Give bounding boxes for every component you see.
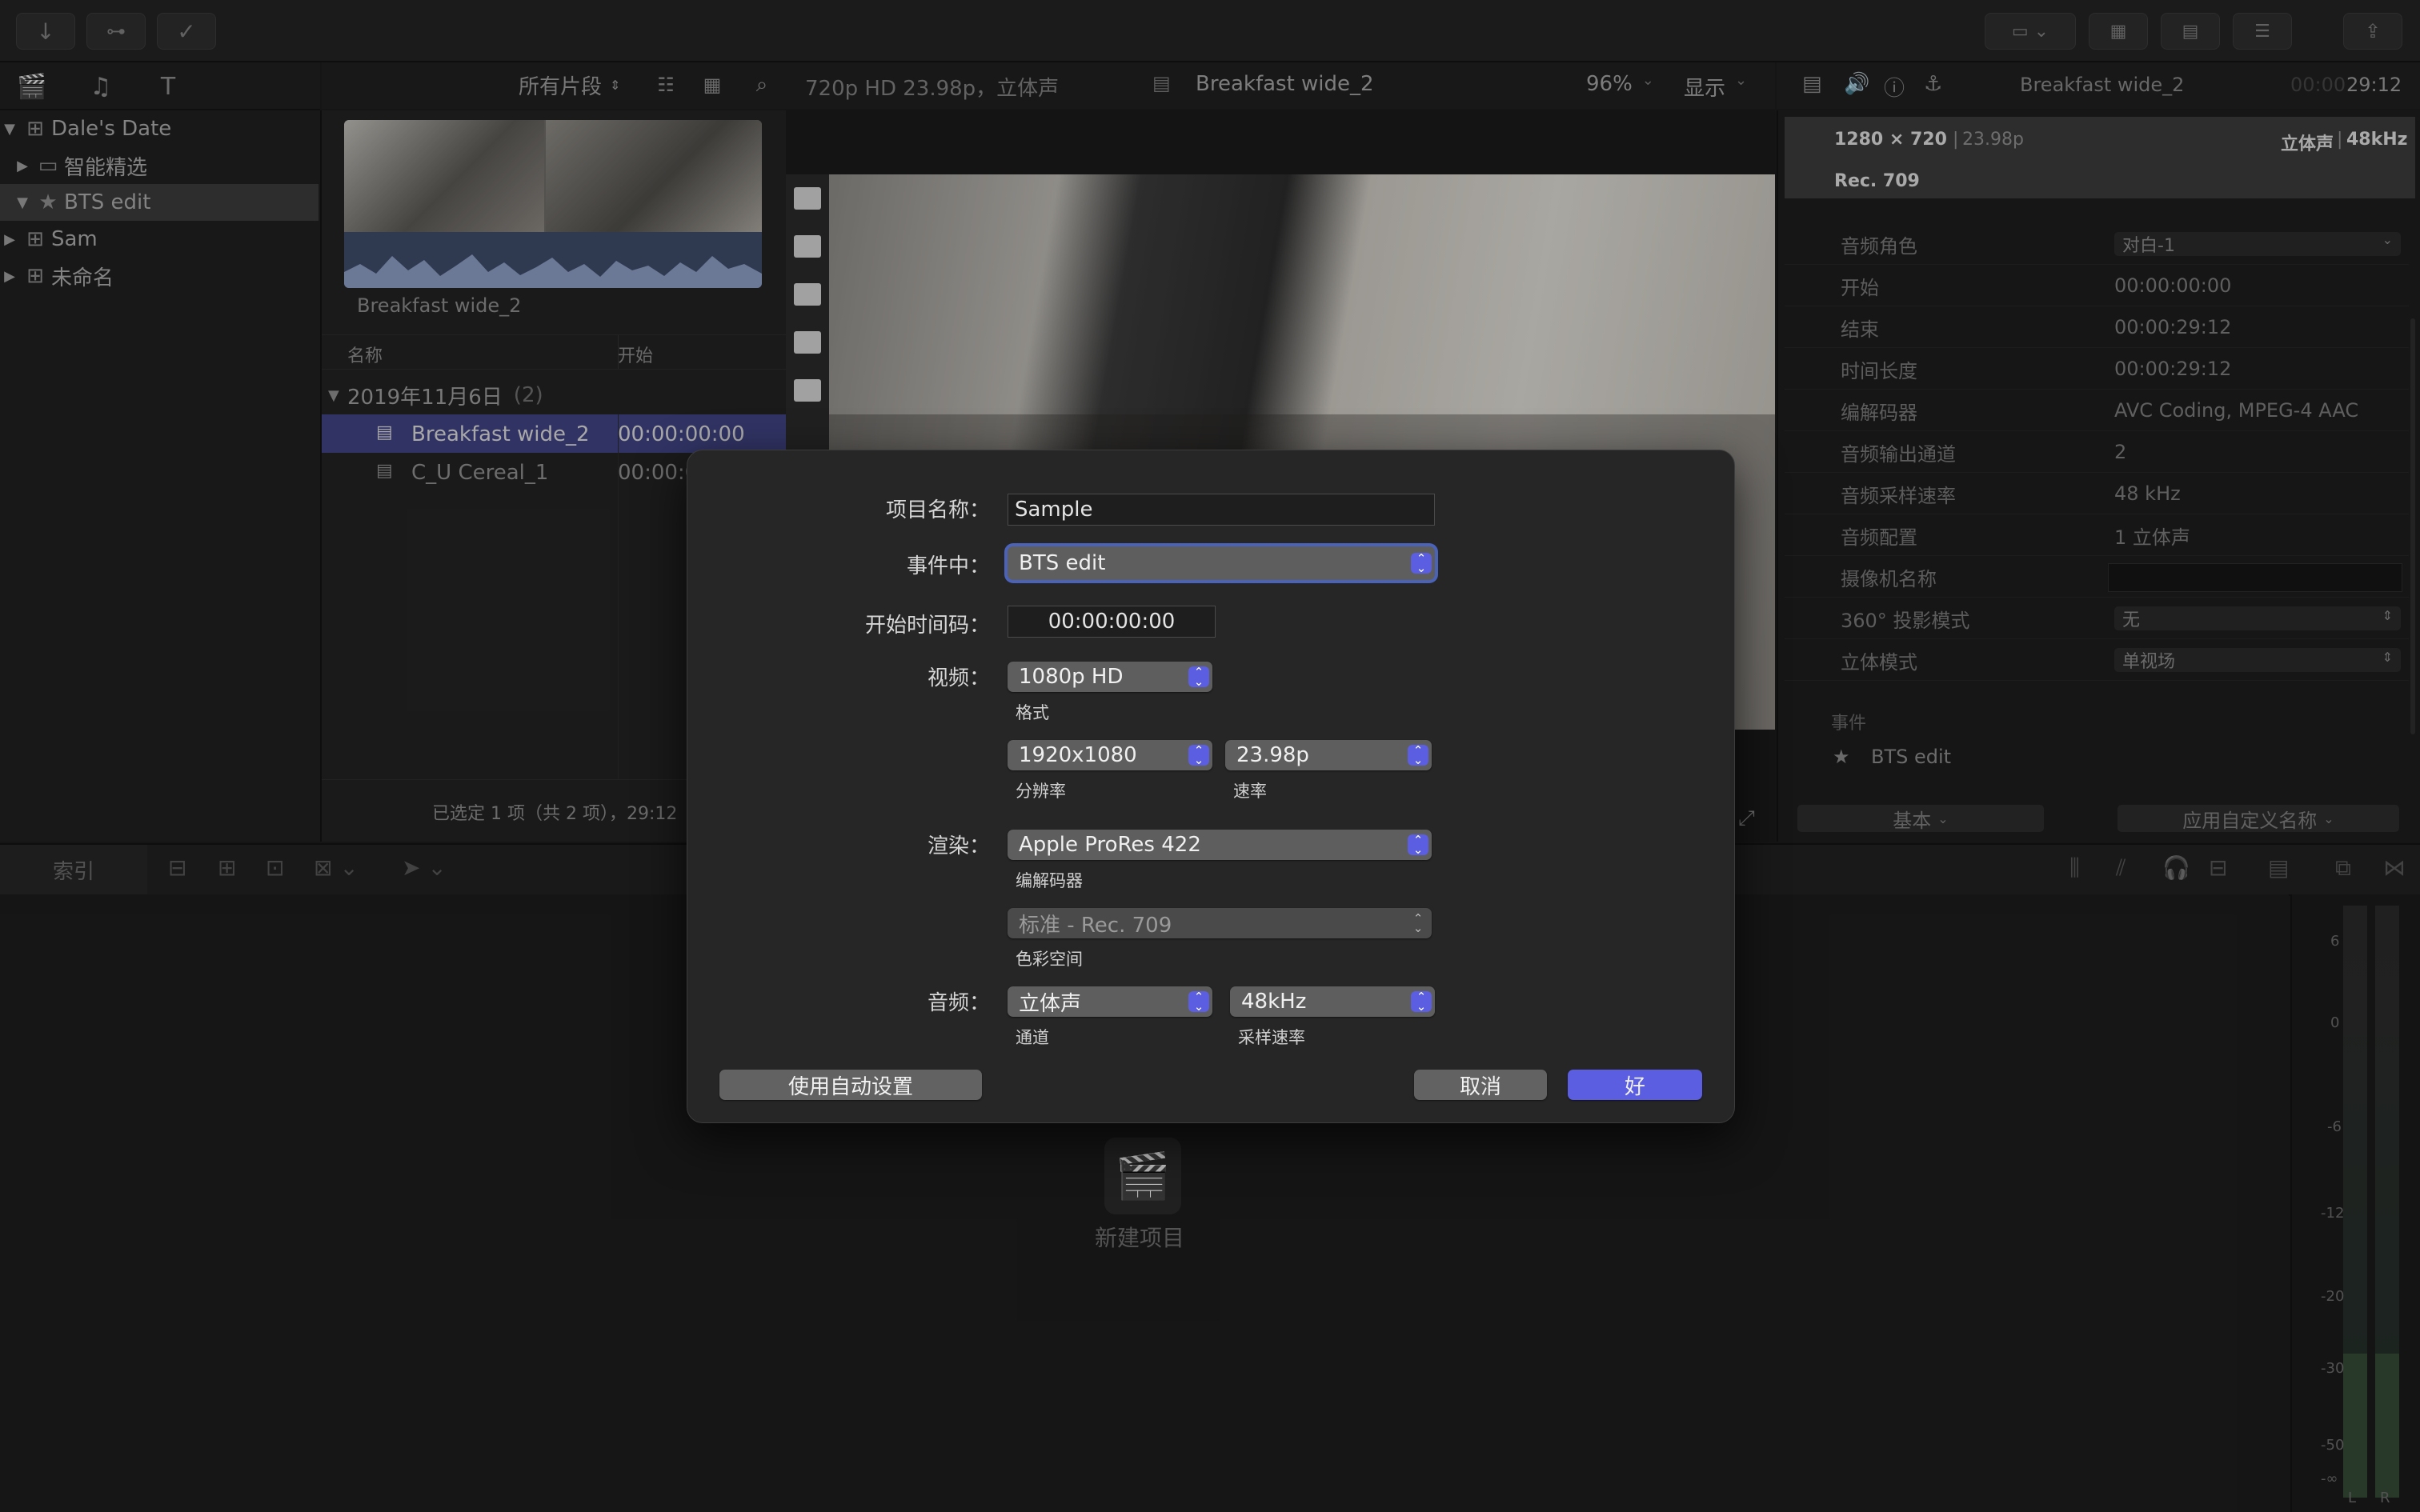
use-automatic-settings-label: 使用自动设置 <box>787 1074 913 1099</box>
project-name-field[interactable]: Sample <box>1008 494 1435 526</box>
sample-rate-caption: 采样速率 <box>1238 1028 1305 1047</box>
video-label: 视频： <box>927 666 990 690</box>
ok-button[interactable]: 好 <box>1568 1070 1702 1100</box>
updown-chevron-icon: ⌃ ⌄ <box>1188 666 1209 688</box>
project-name-label: 项目名称： <box>885 498 990 522</box>
resolution-caption: 分辨率 <box>1016 782 1066 801</box>
video-format-select[interactable]: 1080p HD ⌃ ⌄ <box>1008 662 1212 692</box>
cancel-button[interactable]: 取消 <box>1414 1070 1547 1100</box>
updown-chevron-icon: ⌃ ⌄ <box>1412 911 1424 935</box>
event-select[interactable]: BTS edit ⌃ ⌄ <box>1008 546 1435 580</box>
use-automatic-settings-button[interactable]: 使用自动设置 <box>719 1070 982 1100</box>
sample-rate-value: 48kHz <box>1241 990 1307 1014</box>
event-select-value: BTS edit <box>1019 551 1106 575</box>
updown-chevron-icon: ⌃ ⌄ <box>1188 991 1209 1013</box>
project-name-value: Sample <box>1015 498 1093 522</box>
color-space-caption: 色彩空间 <box>1016 950 1083 969</box>
updown-chevron-icon: ⌃ ⌄ <box>1408 834 1428 856</box>
codec-caption: 编解码器 <box>1016 871 1083 890</box>
color-space-value: 标准 - Rec. 709 <box>1019 913 1172 938</box>
cancel-label: 取消 <box>1459 1074 1501 1099</box>
new-project-dialog: 项目名称： Sample 事件中： BTS edit ⌃ ⌄ 开始时间码： 00:… <box>687 450 1735 1123</box>
event-label: 事件中： <box>906 554 990 578</box>
updown-chevron-icon: ⌃ ⌄ <box>1408 745 1428 766</box>
audio-channels-value: 立体声 <box>1019 991 1082 1016</box>
resolution-select[interactable]: 1920x1080 ⌃ ⌄ <box>1008 740 1212 770</box>
codec-select[interactable]: Apple ProRes 422 ⌃ ⌄ <box>1008 830 1432 860</box>
start-timecode-value: 00:00:00:00 <box>1048 610 1176 634</box>
audio-channels-select[interactable]: 立体声 ⌃ ⌄ <box>1008 986 1212 1017</box>
frame-rate-select[interactable]: 23.98p ⌃ ⌄ <box>1225 740 1432 770</box>
color-space-select: 标准 - Rec. 709 ⌃ ⌄ <box>1008 908 1432 938</box>
audio-channels-caption: 通道 <box>1016 1028 1049 1047</box>
audio-label: 音频： <box>927 991 990 1015</box>
ok-label: 好 <box>1624 1074 1645 1099</box>
updown-chevron-icon: ⌃ ⌄ <box>1411 553 1432 574</box>
sample-rate-select[interactable]: 48kHz ⌃ ⌄ <box>1230 986 1435 1017</box>
codec-value: Apple ProRes 422 <box>1019 833 1201 857</box>
start-timecode-label: 开始时间码： <box>864 614 990 638</box>
start-timecode-field[interactable]: 00:00:00:00 <box>1008 606 1216 638</box>
video-format-value: 1080p HD <box>1019 665 1124 689</box>
frame-rate-value: 23.98p <box>1236 743 1309 767</box>
resolution-value: 1920x1080 <box>1019 743 1137 767</box>
updown-chevron-icon: ⌃ ⌄ <box>1188 745 1209 766</box>
updown-chevron-icon: ⌃ ⌄ <box>1411 991 1432 1013</box>
format-caption: 格式 <box>1016 703 1049 722</box>
render-label: 渲染： <box>927 834 990 858</box>
frame-rate-caption: 速率 <box>1233 782 1267 801</box>
